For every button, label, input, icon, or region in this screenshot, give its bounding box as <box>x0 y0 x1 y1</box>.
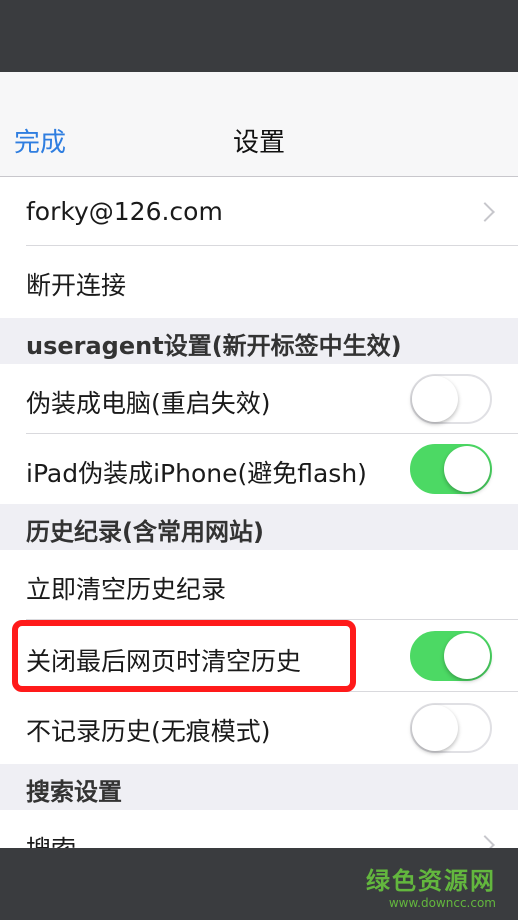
watermark: 绿色资源网 www.downcc.com <box>366 867 496 910</box>
setting-row-ipad-iphone: iPad伪装成iPhone(避免flash) <box>0 434 518 504</box>
account-row[interactable]: forky@126.com <box>0 177 518 246</box>
setting-row-incognito: 不记录历史(无痕模式) <box>0 692 518 764</box>
incognito-toggle[interactable] <box>410 703 492 753</box>
section-header-history: 历史纪录(含常用网站) <box>0 504 518 550</box>
toggle-knob <box>444 446 490 492</box>
navigation-bar: 完成 设置 <box>0 72 518 177</box>
setting-row-fake-pc: 伪装成电脑(重启失效) <box>0 364 518 434</box>
search-row[interactable]: 搜索 <box>0 810 518 848</box>
section-header-search: 搜索设置 <box>0 764 518 810</box>
toggle-knob <box>412 705 458 751</box>
disconnect-label: 断开连接 <box>26 271 127 300</box>
ipad-iphone-toggle[interactable] <box>410 444 492 494</box>
bottom-bar: 绿色资源网 www.downcc.com <box>0 848 518 920</box>
clear-on-close-toggle[interactable] <box>410 631 492 681</box>
chevron-right-icon <box>475 835 495 848</box>
page-title: 设置 <box>232 128 285 158</box>
clear-history-now-row[interactable]: 立即清空历史纪录 <box>0 550 518 620</box>
disconnect-row[interactable]: 断开连接 <box>0 246 518 318</box>
settings-screen: 完成 设置 forky@126.com 断开连接 useragent设置(新开标… <box>0 72 518 848</box>
fake-pc-toggle[interactable] <box>410 374 492 424</box>
account-email: forky@126.com <box>26 197 223 226</box>
toggle-knob <box>444 633 490 679</box>
section-header-useragent: useragent设置(新开标签中生效) <box>0 318 518 364</box>
toggle-knob <box>412 376 458 422</box>
top-bar <box>0 0 518 72</box>
chevron-right-icon <box>475 202 495 222</box>
highlight-annotation <box>12 620 356 692</box>
